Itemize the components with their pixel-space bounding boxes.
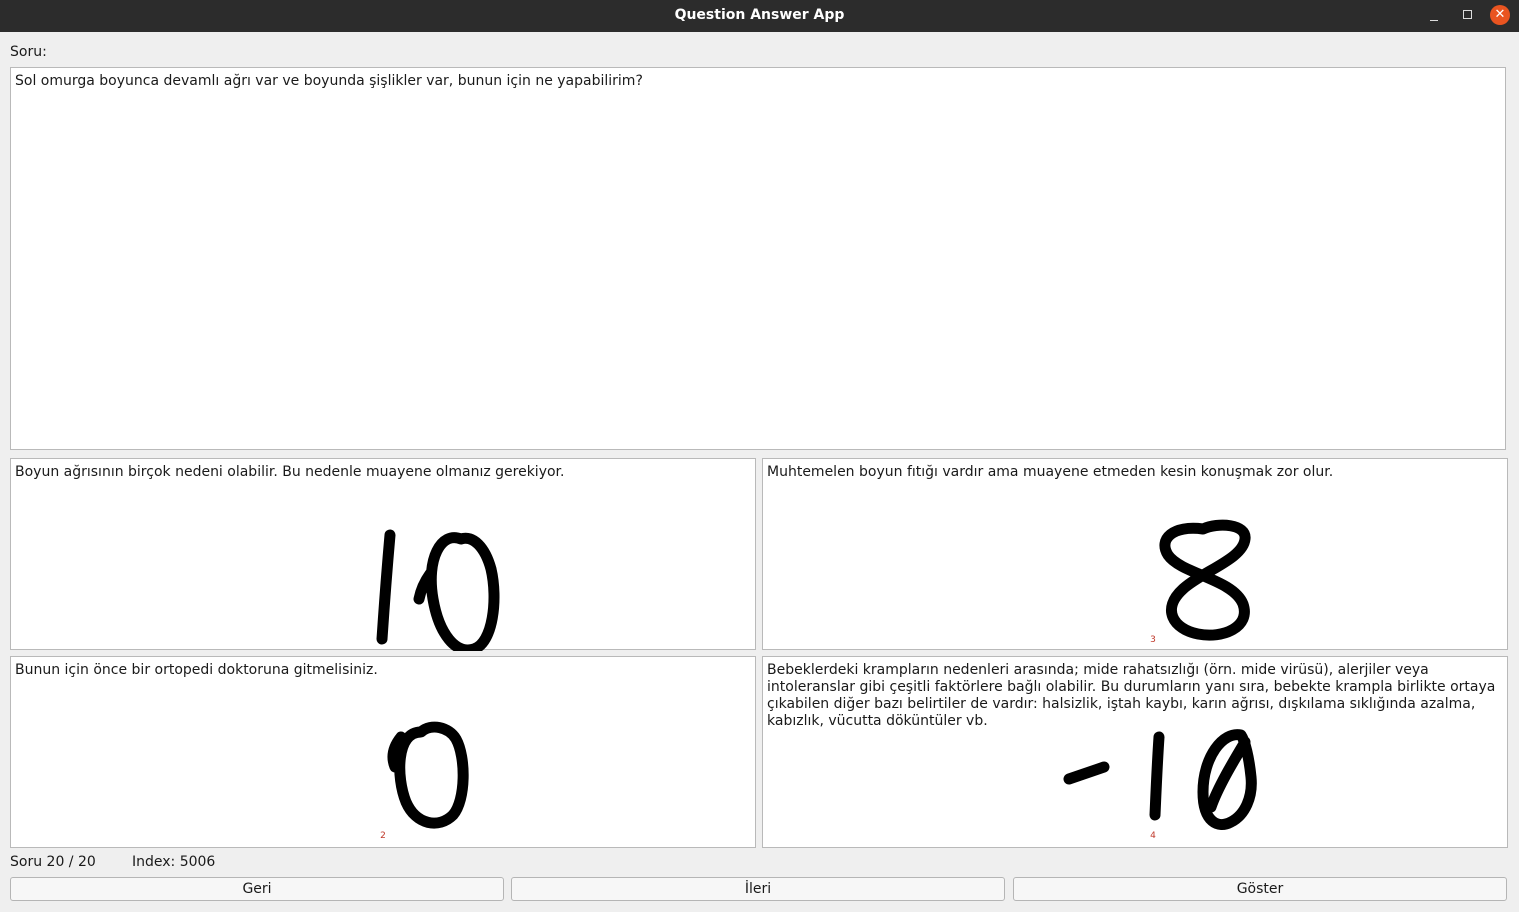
title-bar: Question Answer App ✕ [0,0,1519,32]
handwritten-score-1 [376,529,500,651]
close-icon[interactable]: ✕ [1490,5,1510,25]
question-counter: Soru 20 / 20 [10,854,96,870]
window-title: Question Answer App [674,7,845,23]
back-button[interactable]: Geri [10,877,504,901]
answer-number-2: 3 [1150,635,1156,645]
index-label: Index: 5006 [132,854,216,870]
maximize-icon[interactable] [1456,5,1478,27]
question-text: Sol omurga boyunca devamlı ağrı var ve b… [15,73,643,89]
handwritten-score-2 [1159,519,1251,641]
answer-box-2[interactable]: Muhtemelen boyun fıtığı vardır ama muaye… [762,458,1508,650]
handwritten-score-3 [387,721,469,829]
answer-number-3: 2 [380,831,386,841]
minimize-icon[interactable] [1423,5,1445,27]
question-textbox[interactable]: Sol omurga boyunca devamlı ağrı var ve b… [10,67,1506,450]
next-button[interactable]: İleri [511,877,1005,901]
answer-box-3[interactable]: Bunun için önce bir ortopedi doktoruna g… [10,656,756,848]
answer-box-1[interactable]: Boyun ağrısının birçok nedeni olabilir. … [10,458,756,651]
answer-box-4[interactable]: Bebeklerdeki krampların nedenleri arasın… [762,656,1508,848]
handwritten-score-4 [1063,729,1257,830]
question-label: Soru: [10,44,47,60]
show-button[interactable]: Göster [1013,877,1507,901]
answer-number-4: 4 [1150,831,1156,841]
